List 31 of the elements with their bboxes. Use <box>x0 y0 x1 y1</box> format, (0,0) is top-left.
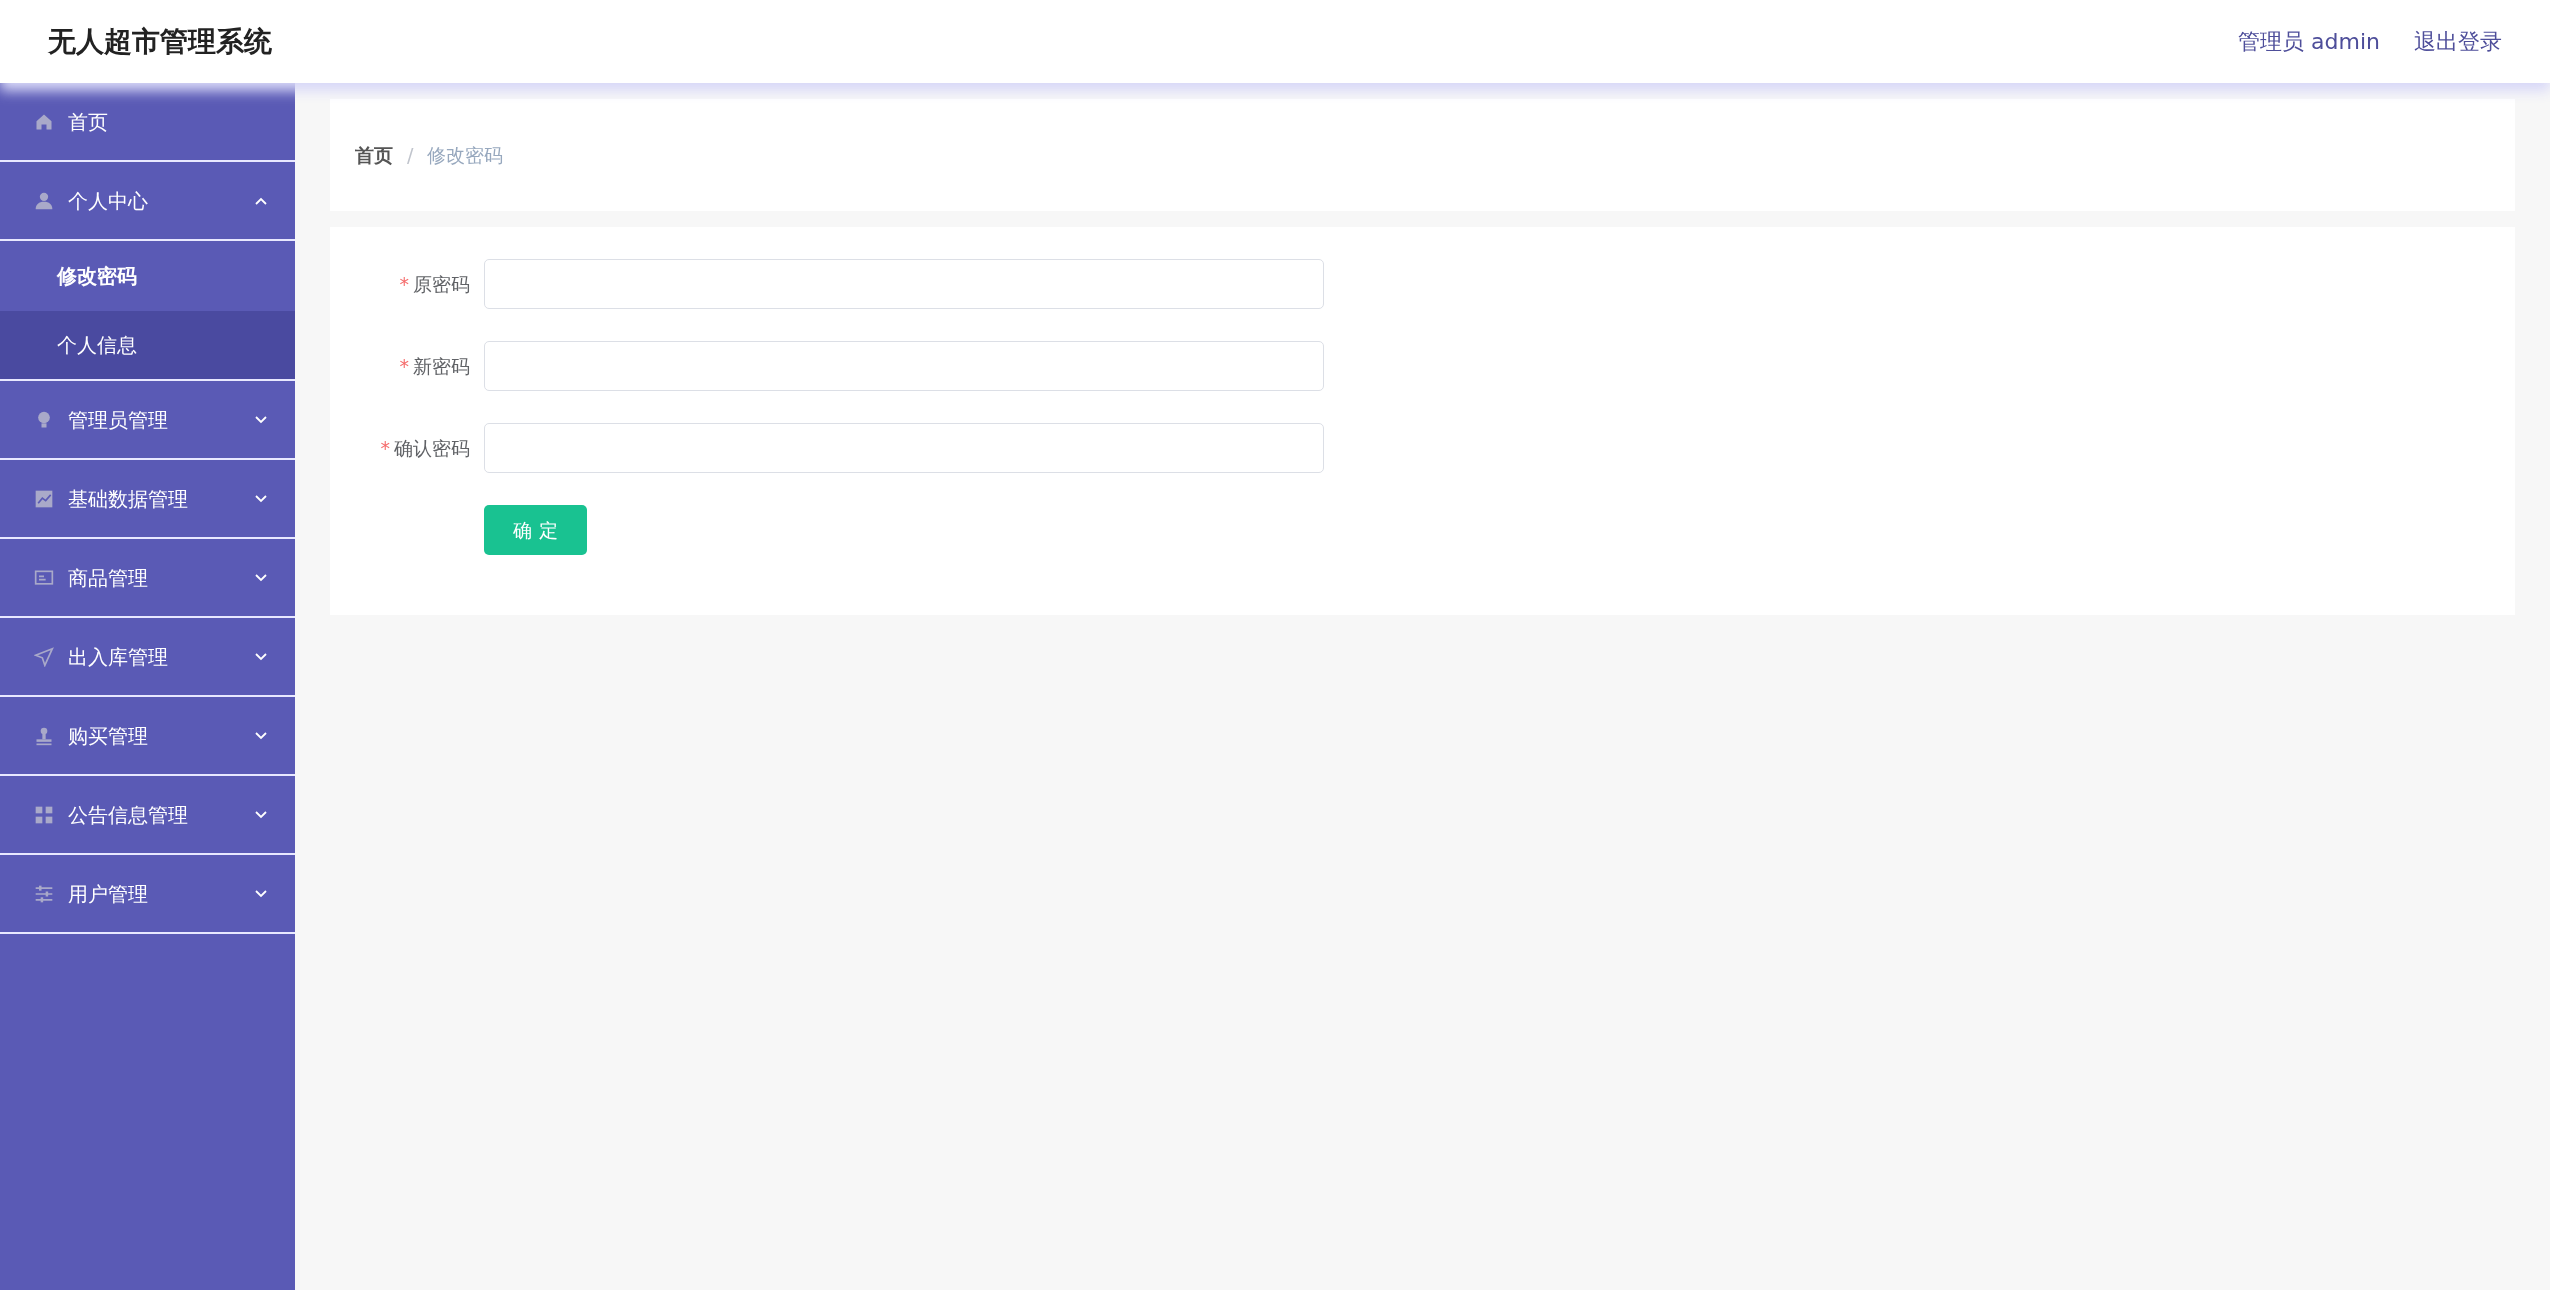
field-label: 新密码 <box>413 353 470 379</box>
menu-item[interactable]: 个人中心 <box>0 162 295 241</box>
required-mark: * <box>399 353 409 379</box>
menu-item[interactable]: 出入库管理 <box>0 618 295 697</box>
user-name: 管理员 admin <box>2238 28 2380 56</box>
menu-item[interactable]: 首页 <box>0 83 295 162</box>
user-icon <box>34 190 54 211</box>
required-mark: * <box>399 271 409 297</box>
field-label: 确认密码 <box>394 435 470 461</box>
grid-icon <box>34 804 54 825</box>
send-icon <box>34 646 54 667</box>
logout-link[interactable]: 退出登录 <box>2414 25 2502 58</box>
password-field[interactable] <box>484 423 1324 473</box>
menu-item[interactable]: 商品管理 <box>0 539 295 618</box>
menu-item[interactable]: 基础数据管理 <box>0 460 295 539</box>
menu-item[interactable]: 用户管理 <box>0 855 295 934</box>
sliders-icon <box>34 883 54 904</box>
submenu-item[interactable]: 修改密码 <box>0 241 295 311</box>
stamp-icon <box>34 725 54 746</box>
menu-item[interactable]: 购买管理 <box>0 697 295 776</box>
password-field[interactable] <box>484 259 1324 309</box>
required-mark: * <box>380 435 390 461</box>
chart-icon <box>34 488 54 509</box>
breadcrumb-link[interactable]: 首页 <box>355 140 393 170</box>
password-field[interactable] <box>484 341 1324 391</box>
menu-item[interactable]: 公告信息管理 <box>0 776 295 855</box>
field-label: 原密码 <box>413 271 470 297</box>
menu-item[interactable]: 管理员管理 <box>0 381 295 460</box>
submenu-item[interactable]: 个人信息 <box>0 311 295 381</box>
app-title: 无人超市管理系统 <box>48 23 272 60</box>
breadcrumb-separator: / <box>407 142 414 168</box>
